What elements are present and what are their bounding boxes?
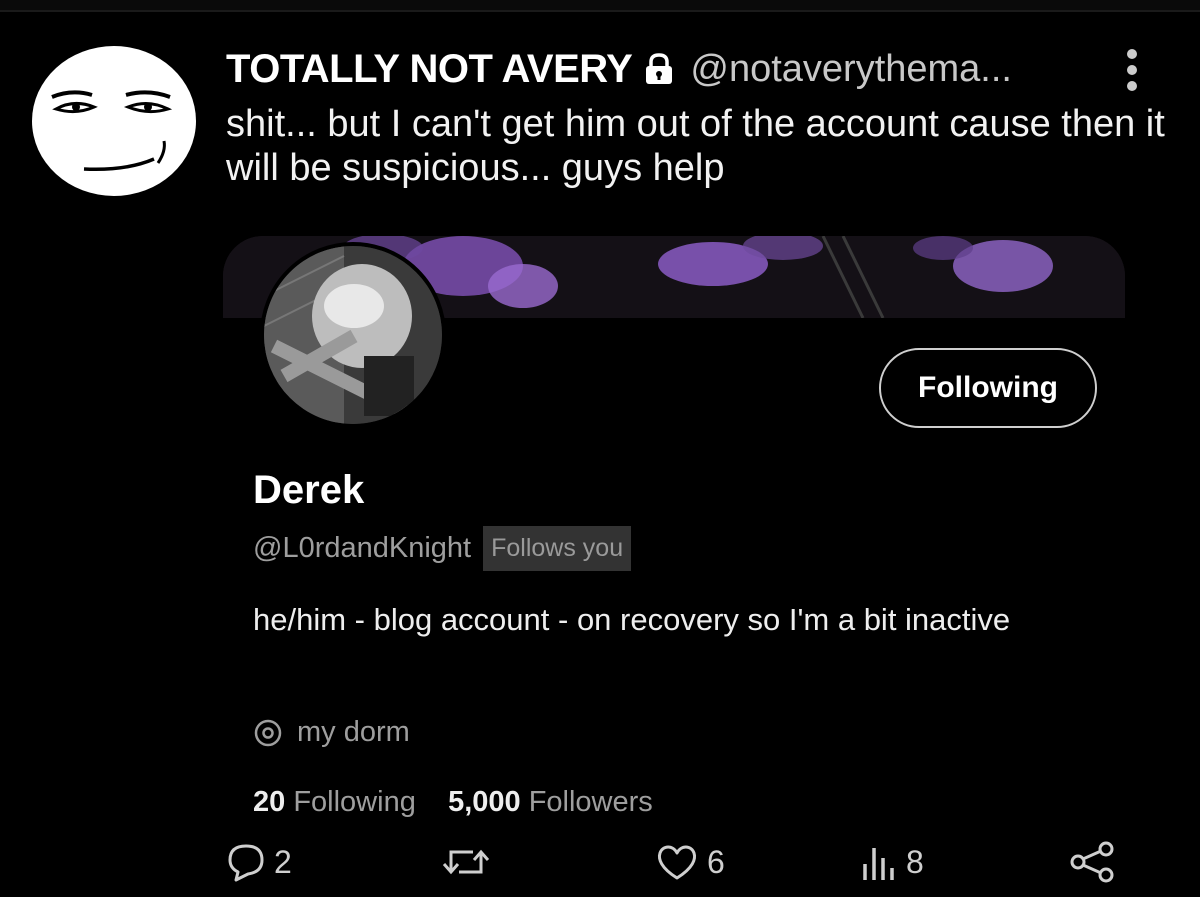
reply-icon (228, 844, 264, 882)
follows-you-badge: Follows you (483, 526, 632, 571)
share-button[interactable] (1068, 832, 1116, 892)
following-label[interactable]: Following (293, 786, 416, 818)
tweet-text: shit... but I can't get him out of the a… (226, 103, 1165, 189)
like-count: 6 (707, 843, 725, 880)
display-name[interactable]: TOTALLY NOT AVERY (226, 47, 633, 92)
followers-count[interactable]: 5,000 (448, 786, 521, 818)
profile-bio: he/him - blog account - on recovery so I… (253, 602, 1011, 637)
location-pin-icon (254, 719, 282, 746)
like-icon (658, 845, 696, 880)
retweet-icon (442, 849, 490, 875)
retweet-button[interactable] (441, 832, 491, 892)
reply-button[interactable]: 2 (226, 832, 292, 892)
tweet-header: TOTALLY NOT AVERY @notaverythema... (226, 44, 1012, 94)
reply-count: 2 (274, 843, 292, 880)
views-count: 8 (906, 843, 924, 880)
following-button[interactable]: Following (879, 348, 1097, 428)
profile-location: my dorm (253, 716, 410, 749)
views-icon (863, 848, 894, 880)
views-button[interactable]: 8 (860, 832, 924, 892)
tweet-handle[interactable]: @notaverythema... (690, 48, 1012, 91)
tweeter-avatar[interactable] (30, 45, 198, 197)
profile-name: Derek (253, 468, 365, 512)
top-divider (0, 0, 1200, 12)
profile-avatar[interactable] (260, 242, 446, 428)
profile-screenshot: Following Derek @L0rdandKnight Follows y… (223, 236, 1125, 826)
profile-handle-row: @L0rdandKnight Follows you (253, 526, 632, 571)
like-button[interactable]: 6 (655, 832, 725, 892)
location-text: my dorm (297, 716, 410, 748)
profile-handle: @L0rdandKnight (253, 532, 472, 564)
lock-icon (642, 52, 676, 86)
followers-label[interactable]: Followers (529, 786, 653, 818)
following-count[interactable]: 20 (253, 786, 285, 818)
share-icon (1070, 841, 1114, 883)
profile-stats: 20 Following 5,000 Followers (253, 786, 653, 819)
more-options-icon[interactable] (1122, 46, 1142, 94)
tweet-actions: 2 6 8 (0, 832, 1200, 892)
